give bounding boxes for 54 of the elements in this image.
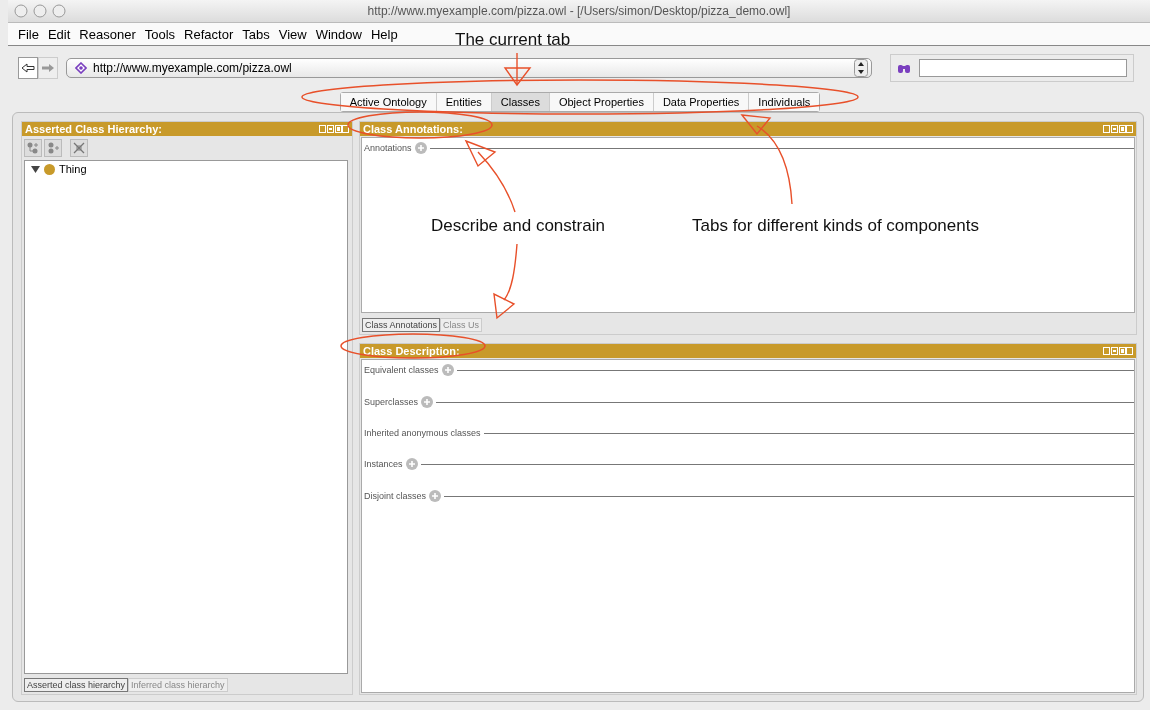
menu-item[interactable]: Window — [315, 26, 362, 42]
menu-item[interactable]: Edit — [47, 26, 71, 42]
menu-item[interactable]: Tabs — [242, 26, 270, 42]
tab[interactable]: Entities — [436, 93, 492, 111]
add-icon[interactable] — [405, 458, 418, 470]
window-title: http://www.myexample.com/pizza.owl - [/Users/simon/Desktop/pizza_demo.owl] — [366, 4, 792, 18]
panel-title: Asserted Class Hierarchy: — [25, 123, 162, 135]
add-icon[interactable] — [421, 396, 434, 408]
stepper-icon — [854, 59, 868, 77]
annotation-arrow — [503, 52, 532, 87]
tab[interactable]: Active Ontology — [340, 93, 437, 111]
section-label: Inherited anonymous classes — [364, 428, 481, 438]
section-label: Disjoint classes — [364, 491, 427, 501]
menu-item[interactable]: Tools — [144, 26, 176, 42]
callout-text: Tabs for different kinds of components — [692, 216, 979, 236]
class-icon — [44, 163, 55, 175]
binoculars-icon — [897, 62, 911, 74]
expand-toggle-icon[interactable] — [31, 164, 40, 174]
callout-text: Describe and constrain — [431, 216, 605, 236]
add-icon[interactable] — [441, 364, 454, 376]
window-buttons-icon[interactable] — [14, 4, 68, 18]
add-subclass-button[interactable] — [24, 139, 42, 157]
tab[interactable]: Classes — [491, 93, 550, 111]
panel-controls-icon[interactable] — [1103, 125, 1133, 133]
back-button[interactable] — [18, 57, 38, 79]
diamond-icon — [75, 62, 87, 74]
add-icon[interactable] — [429, 490, 442, 502]
view-tab[interactable]: Class Annotations — [362, 318, 441, 332]
panel-controls-icon[interactable] — [319, 125, 349, 133]
view-tab[interactable]: Asserted class hierarchy — [24, 678, 129, 692]
tab[interactable]: Data Properties — [653, 93, 750, 111]
delete-class-button[interactable] — [70, 139, 88, 157]
menu-item[interactable]: Reasoner — [79, 26, 136, 42]
section-label: Annotations — [364, 143, 412, 153]
section-label: Instances — [364, 459, 403, 469]
menu-item[interactable]: View — [278, 26, 307, 42]
section-label: Equivalent classes — [364, 365, 439, 375]
menu-item[interactable]: File — [18, 26, 39, 42]
panel-controls-icon[interactable] — [1103, 347, 1133, 355]
right-arrow-icon — [41, 63, 55, 73]
left-arrow-icon — [21, 63, 35, 73]
tab[interactable]: Object Properties — [549, 93, 654, 111]
ontology-address-dropdown[interactable]: http://www.myexample.com/pizza.owl — [66, 58, 872, 78]
panel-title: Class Annotations: — [363, 123, 463, 135]
panel-title: Class Description: — [363, 345, 460, 357]
menu-item[interactable]: Help — [370, 26, 398, 42]
menu-item[interactable]: Refactor — [184, 26, 234, 42]
add-sibling-button[interactable] — [44, 139, 62, 157]
search-field[interactable] — [919, 59, 1127, 77]
add-icon[interactable] — [414, 142, 427, 154]
callout-text: The current tab — [455, 30, 571, 50]
tab[interactable]: Individuals — [749, 93, 820, 111]
section-label: Superclasses — [364, 397, 419, 407]
tree-item[interactable]: Thing — [59, 163, 87, 175]
